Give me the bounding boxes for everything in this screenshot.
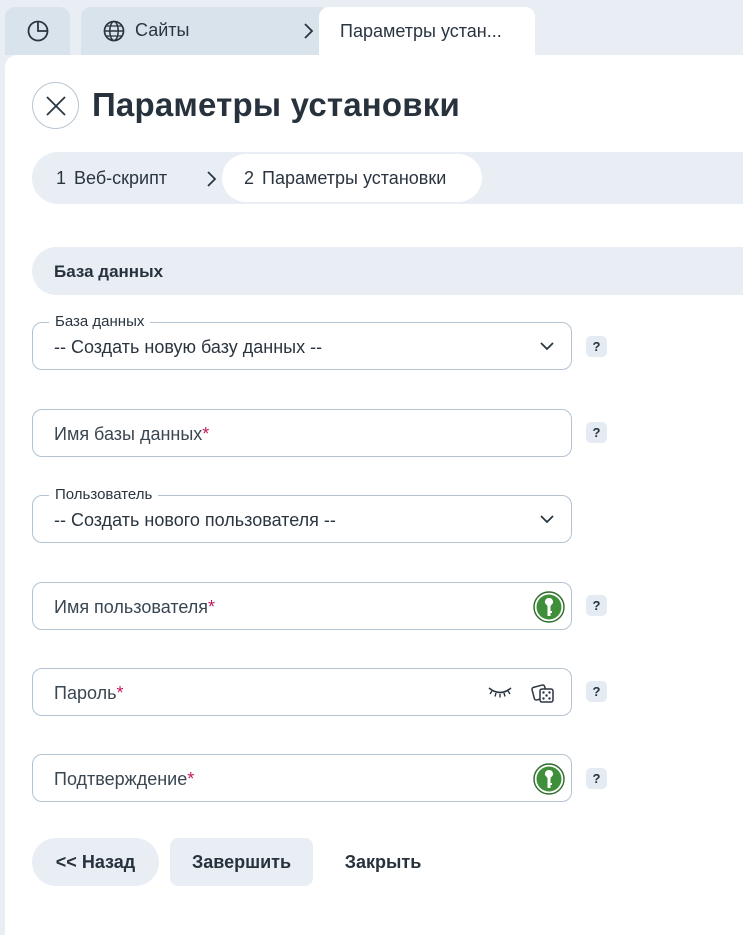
back-button[interactable]: << Назад bbox=[32, 838, 159, 886]
stepper: 1 Веб-скрипт 2 Параметры установки bbox=[32, 152, 743, 204]
confirm-placeholder: Подтверждение* bbox=[54, 769, 194, 790]
step-number: 1 bbox=[56, 168, 67, 188]
password-input[interactable]: Пароль* bbox=[32, 668, 572, 716]
db-name-placeholder: Имя базы данных* bbox=[54, 424, 209, 445]
tab-bar: Сайты Параметры устан... bbox=[0, 0, 743, 56]
step-number: 2 bbox=[244, 168, 255, 188]
confirm-password-input[interactable]: Подтверждение* bbox=[32, 754, 572, 802]
finish-button[interactable]: Завершить bbox=[170, 838, 313, 886]
user-select-value: -- Создать нового пользователя -- bbox=[54, 510, 336, 530]
required-mark: * bbox=[208, 597, 216, 617]
db-name-input[interactable]: Имя базы данных* bbox=[32, 409, 572, 457]
section-title: База данных bbox=[54, 262, 164, 281]
password-placeholder: Пароль* bbox=[54, 683, 123, 704]
tab-sites[interactable]: Сайты bbox=[81, 7, 331, 55]
confirm-placeholder-text: Подтверждение bbox=[54, 769, 188, 789]
pie-chart-icon bbox=[27, 20, 48, 42]
close-form-button[interactable] bbox=[32, 82, 79, 129]
db-name-help[interactable]: ? bbox=[586, 422, 607, 443]
close-icon bbox=[45, 95, 66, 116]
keypass-icon[interactable] bbox=[533, 591, 565, 623]
page-title: Параметры установки bbox=[92, 86, 460, 123]
username-placeholder-text: Имя пользователя bbox=[54, 597, 209, 617]
close-button[interactable]: Закрыть bbox=[323, 838, 443, 886]
username-input[interactable]: Имя пользователя* bbox=[32, 582, 572, 630]
eye-closed-icon[interactable] bbox=[487, 683, 513, 701]
globe-icon bbox=[103, 20, 125, 42]
tab-sites-label: Сайты bbox=[135, 20, 190, 40]
password-help[interactable]: ? bbox=[586, 681, 607, 702]
db-name-placeholder-text: Имя базы данных bbox=[54, 424, 203, 444]
chevron-down-icon bbox=[540, 342, 554, 351]
step-web-script[interactable]: 1 Веб-скрипт bbox=[56, 168, 167, 189]
tab-install-params[interactable]: Параметры устан... bbox=[319, 7, 535, 55]
step-label: Параметры установки bbox=[262, 168, 447, 188]
database-select-label: База данных bbox=[49, 313, 151, 330]
section-database: База данных bbox=[32, 247, 743, 295]
username-help[interactable]: ? bbox=[586, 595, 607, 616]
step-label: Веб-скрипт bbox=[74, 168, 168, 188]
chevron-right-icon bbox=[207, 171, 217, 187]
keypass-icon[interactable] bbox=[533, 763, 565, 795]
dice-generate-icon[interactable] bbox=[531, 680, 555, 704]
chevron-down-icon bbox=[540, 515, 554, 524]
chevron-right-icon bbox=[304, 23, 314, 39]
required-mark: * bbox=[116, 683, 124, 703]
tab-dashboard[interactable] bbox=[5, 7, 70, 55]
database-select[interactable]: База данных -- Создать новую базу данных… bbox=[32, 313, 572, 370]
user-select-label: Пользователь bbox=[49, 486, 159, 503]
database-help[interactable]: ? bbox=[586, 336, 607, 357]
user-select[interactable]: Пользователь -- Создать нового пользоват… bbox=[32, 486, 572, 543]
database-select-value: -- Создать новую базу данных -- bbox=[54, 337, 323, 357]
required-mark: * bbox=[202, 424, 210, 444]
step-install-params[interactable]: 2 Параметры установки bbox=[222, 154, 482, 202]
required-mark: * bbox=[187, 769, 195, 789]
username-placeholder: Имя пользователя* bbox=[54, 597, 215, 618]
password-placeholder-text: Пароль bbox=[54, 683, 117, 703]
confirm-help[interactable]: ? bbox=[586, 768, 607, 789]
